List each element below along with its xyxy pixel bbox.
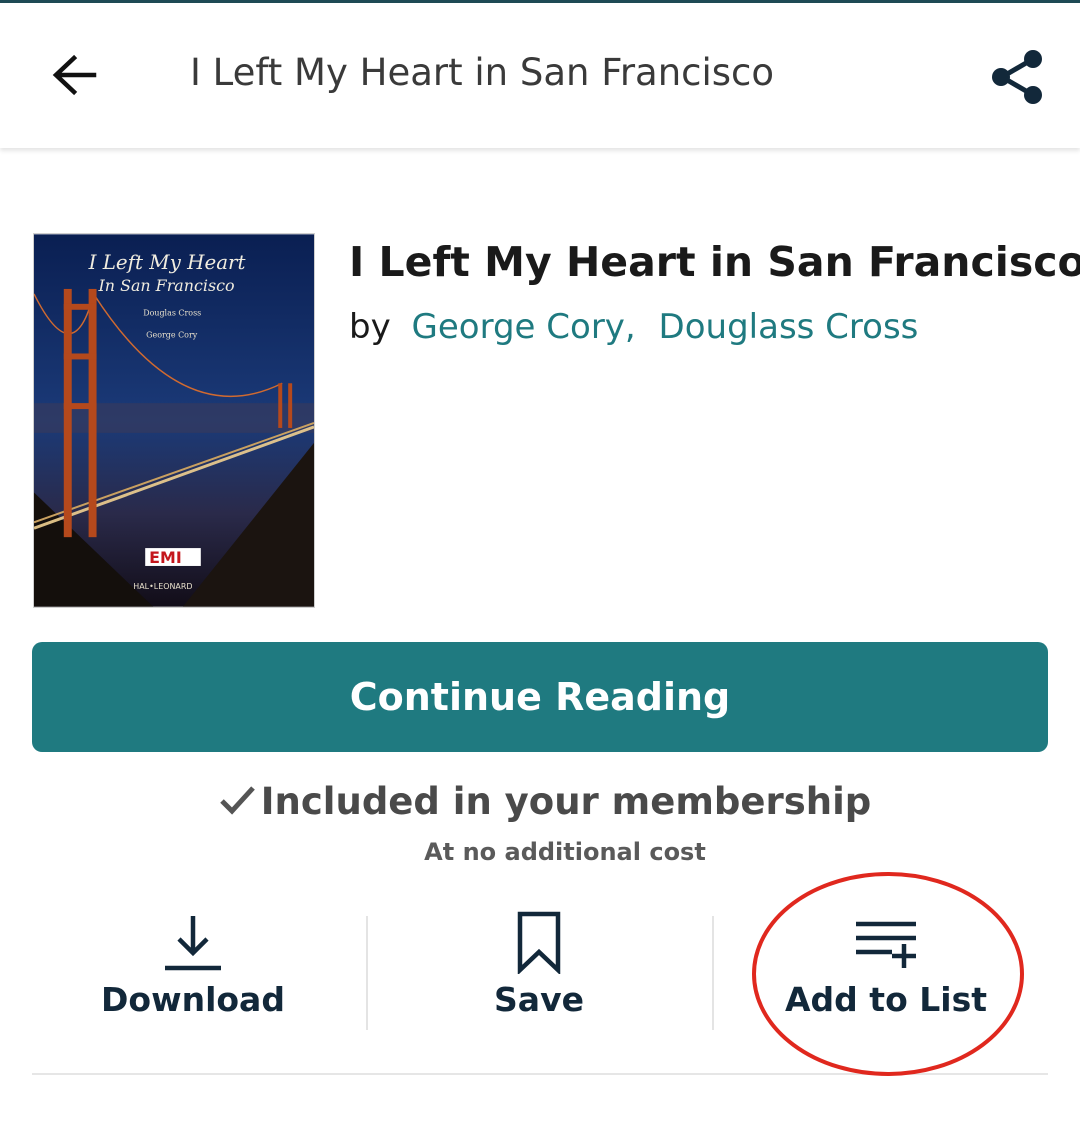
continue-reading-button[interactable]: Continue Reading xyxy=(32,642,1048,752)
arrow-left-icon xyxy=(52,54,97,96)
download-icon xyxy=(165,916,221,971)
cover-title-line2: In San Francisco xyxy=(98,276,235,295)
cover-emi-logo: EMI xyxy=(149,548,182,567)
share-button[interactable] xyxy=(985,45,1049,109)
cover-publisher-logo: HAL•LEONARD xyxy=(133,582,192,591)
by-label: by xyxy=(349,307,391,347)
author-link[interactable]: Douglass Cross xyxy=(659,307,919,347)
download-label: Download xyxy=(101,980,285,1019)
book-title: I Left My Heart in San Francisco xyxy=(349,238,1080,286)
book-cover-image[interactable]: I Left My Heart In San Francisco Douglas… xyxy=(33,233,315,608)
author-link[interactable]: George Cory, xyxy=(412,307,636,347)
add-to-list-label: Add to List xyxy=(785,980,987,1019)
back-button[interactable] xyxy=(44,45,104,105)
membership-included: Included in your membership xyxy=(0,780,1080,823)
app-bar-title: I Left My Heart in San Francisco xyxy=(190,51,775,94)
download-button[interactable]: Download xyxy=(33,910,353,1040)
membership-included-text: Included in your membership xyxy=(260,780,872,823)
bookmark-icon xyxy=(517,911,561,974)
byline: by George Cory, Douglass Cross xyxy=(349,307,918,347)
save-button[interactable]: Save xyxy=(379,910,699,1040)
action-divider xyxy=(366,916,368,1030)
cover-lyrics-by: Douglas Cross xyxy=(143,309,201,318)
share-icon xyxy=(992,50,1042,104)
app-bar: I Left My Heart in San Francisco xyxy=(0,3,1080,148)
add-to-list-button[interactable]: Add to List xyxy=(726,910,1046,1040)
action-divider xyxy=(712,916,714,1030)
save-label: Save xyxy=(494,980,584,1019)
checkmark-icon xyxy=(219,786,255,815)
cover-music-by: George Cory xyxy=(146,331,198,340)
section-divider xyxy=(32,1073,1048,1075)
cover-title-line1: I Left My Heart xyxy=(88,251,246,274)
membership-cost-note: At no additional cost xyxy=(424,838,706,866)
add-to-list-icon xyxy=(856,921,916,968)
